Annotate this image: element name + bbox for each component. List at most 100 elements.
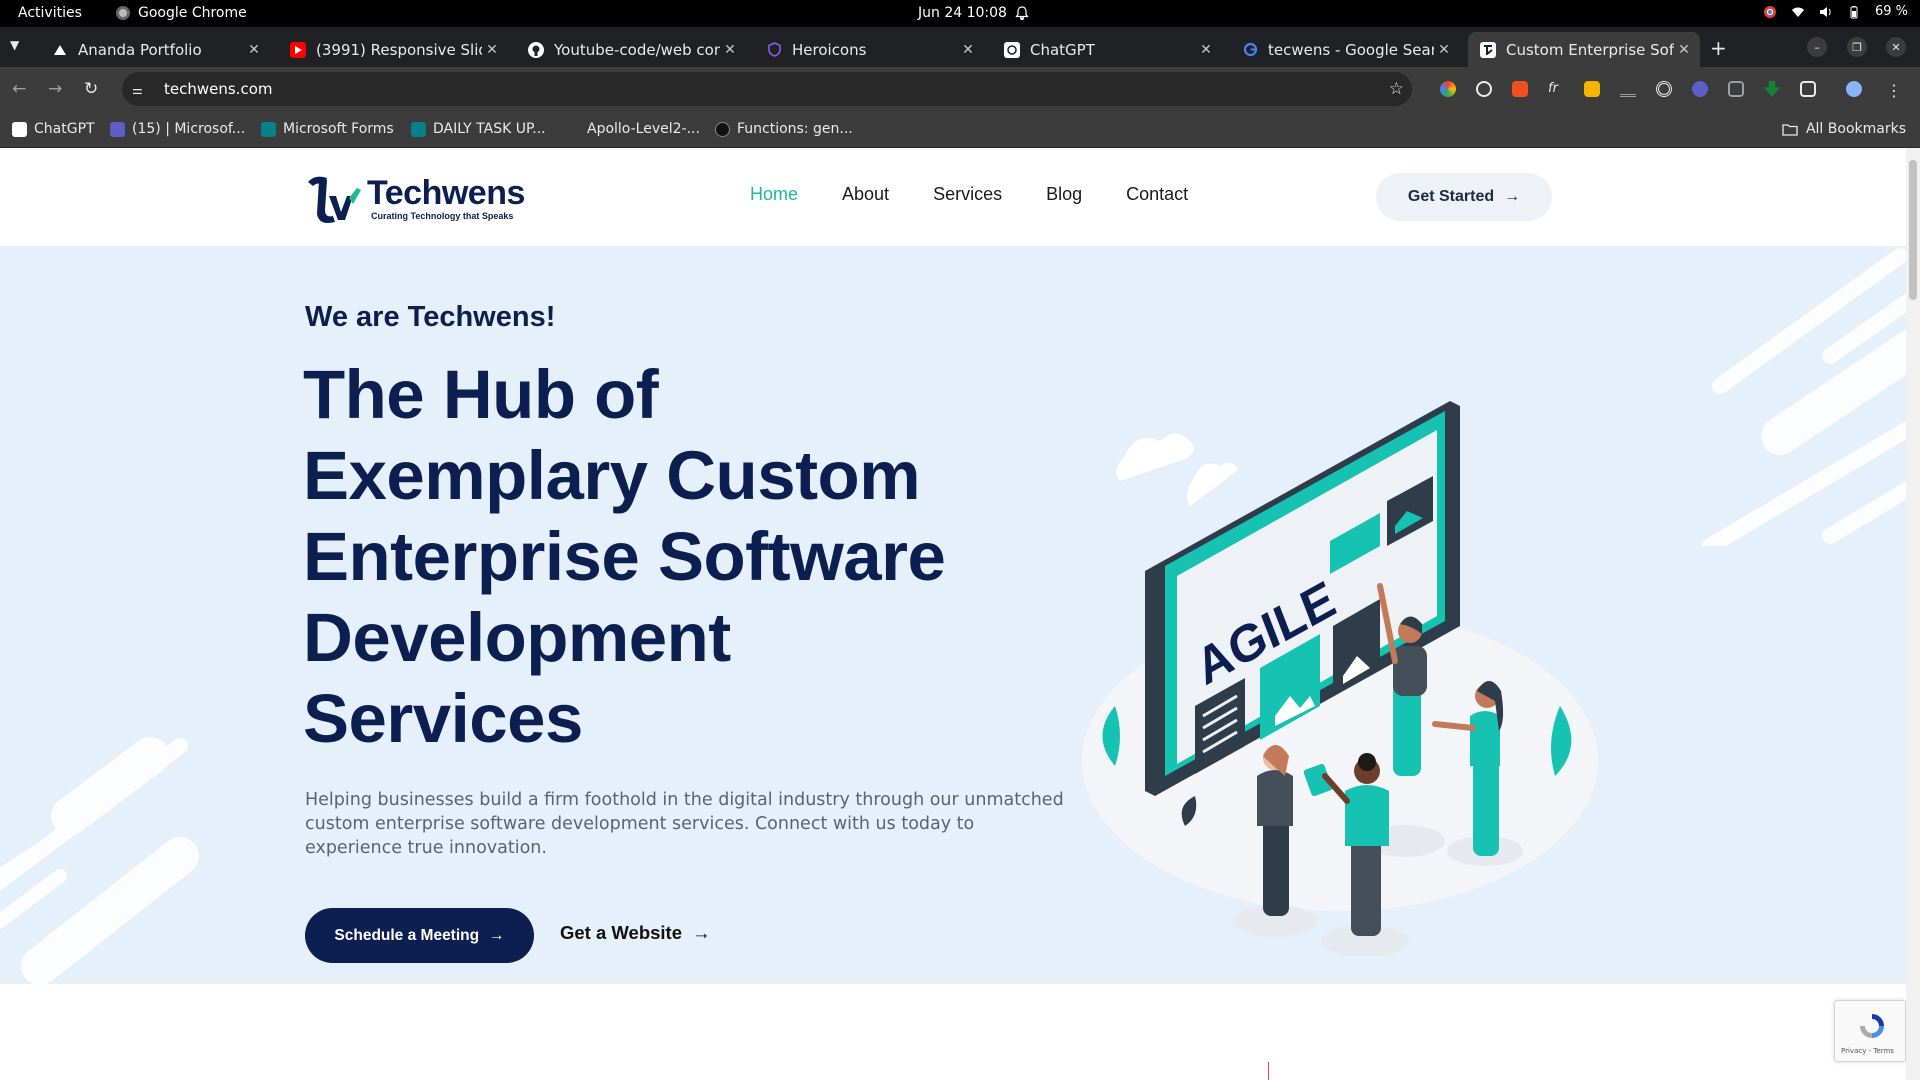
- agile-team-illustration: AGILE: [1082, 401, 1598, 956]
- arrow-right-icon: →: [1504, 188, 1521, 205]
- tab-title: Ananda Portfolio: [78, 40, 202, 59]
- teams-icon: [110, 121, 125, 137]
- all-bookmarks[interactable]: All Bookmarks: [1782, 121, 1906, 137]
- volume-icon: [1819, 6, 1831, 17]
- techwens-logo[interactable]: Techwens Curating Technology that Speaks: [305, 170, 525, 226]
- all-bookmarks-label: All Bookmarks: [1805, 121, 1906, 137]
- download-extension-icon[interactable]: [1764, 81, 1780, 97]
- bookmark-functions[interactable]: Functions: gen...: [715, 121, 853, 137]
- color-picker-extension-icon[interactable]: [1440, 81, 1456, 97]
- get-website-link[interactable]: Get a Website →: [560, 922, 711, 944]
- nav-blog[interactable]: Blog: [1046, 184, 1082, 205]
- bookmark-star-icon[interactable]: ☆: [1389, 79, 1404, 99]
- tab-close-icon[interactable]: ✕: [958, 42, 978, 58]
- tab-google-search[interactable]: tecwens - Google Search ✕: [1230, 32, 1460, 67]
- kebab-menu-icon[interactable]: ⋮: [1886, 81, 1902, 100]
- activities-button[interactable]: Activities: [18, 5, 82, 21]
- page-viewport: Techwens Curating Technology that Speaks…: [0, 148, 1920, 1080]
- nav-home[interactable]: Home: [750, 184, 798, 205]
- app-menu[interactable]: Google Chrome: [116, 5, 247, 21]
- clock-extension-icon[interactable]: [1476, 81, 1492, 97]
- bookmark-apollo[interactable]: Apollo-Level2-...: [565, 121, 700, 137]
- bookmark-daily-task[interactable]: DAILY TASK UP...: [411, 121, 546, 137]
- tab-close-icon[interactable]: ✕: [244, 42, 264, 58]
- tab-search-chevron-icon[interactable]: ▼: [10, 38, 19, 52]
- forms-icon: [411, 121, 426, 137]
- new-tab-plus-icon[interactable]: +: [1710, 36, 1727, 60]
- decorative-streaks-right: [1702, 248, 1906, 546]
- blue-extension-icon[interactable]: [1692, 81, 1708, 97]
- clock[interactable]: Jun 24 10:08: [918, 5, 1029, 21]
- get-website-label: Get a Website: [560, 922, 683, 943]
- restore-icon[interactable]: ❐: [1847, 37, 1867, 57]
- tab-title: Heroicons: [792, 40, 867, 59]
- tab-close-icon[interactable]: ✕: [720, 42, 740, 58]
- close-window-icon[interactable]: ✕: [1886, 37, 1906, 57]
- headline-line: Services: [303, 680, 583, 757]
- honey-extension-icon[interactable]: [1584, 81, 1600, 97]
- clock-text: Jun 24 10:08: [918, 5, 1007, 21]
- recaptcha-privacy-terms[interactable]: Privacy - Terms: [1841, 1047, 1894, 1055]
- github-icon: [528, 41, 544, 58]
- system-status-area[interactable]: 69 %: [1763, 4, 1908, 19]
- tab-custom-enterprise-active[interactable]: Custom Enterprise Softw ✕: [1468, 32, 1700, 67]
- bookmark-label: ChatGPT: [34, 121, 95, 137]
- tab-close-icon[interactable]: ✕: [1674, 42, 1694, 58]
- decorative-streaks-left: [0, 737, 199, 984]
- target-extension-icon[interactable]: [1656, 81, 1672, 97]
- blank-page-icon: [565, 121, 580, 137]
- bell-icon: [1015, 6, 1029, 20]
- forward-arrow-icon[interactable]: →: [48, 79, 62, 99]
- site-info-tune-icon[interactable]: ⚌: [132, 83, 148, 97]
- system-top-bar: Activities Google Chrome Jun 24 10:08 69…: [0, 0, 1920, 27]
- tab-heroicons[interactable]: Heroicons ✕: [754, 32, 984, 67]
- address-bar[interactable]: ⚌ ☆: [122, 72, 1412, 106]
- triangle-icon: [52, 42, 68, 58]
- hero-lead-text: Helping businesses build a firm foothold…: [305, 790, 1064, 858]
- reload-icon[interactable]: ↻: [84, 79, 98, 99]
- profile-avatar[interactable]: [1846, 81, 1862, 97]
- arrow-right-icon: →: [489, 926, 505, 944]
- percent-extension-icon[interactable]: [1512, 81, 1528, 97]
- wappalyzer-extension-icon[interactable]: [1620, 81, 1636, 97]
- nav-contact[interactable]: Contact: [1126, 184, 1188, 205]
- bookmark-label: Functions: gen...: [737, 121, 853, 137]
- minimize-icon[interactable]: –: [1807, 37, 1827, 57]
- nav-services[interactable]: Services: [933, 184, 1002, 205]
- main-nav: Home About Services Blog Contact: [750, 184, 1188, 205]
- tab-title: (3991) Responsive Slider: [316, 40, 482, 59]
- headline-line: Exemplary Custom: [303, 437, 921, 514]
- bookmark-chatgpt[interactable]: ChatGPT: [12, 121, 95, 137]
- recaptcha-badge[interactable]: Privacy - Terms: [1834, 1000, 1906, 1062]
- headline-line: Enterprise Software: [303, 518, 946, 595]
- tab-youtube-code[interactable]: Youtube-code/web comp ✕: [516, 32, 746, 67]
- scrollbar-thumb[interactable]: [1909, 160, 1917, 300]
- tab-close-icon[interactable]: ✕: [1196, 42, 1216, 58]
- tab-chatgpt[interactable]: ChatGPT ✕: [992, 32, 1222, 67]
- bookmark-microsoft-teams[interactable]: (15) | Microsof...: [110, 121, 245, 137]
- back-arrow-icon[interactable]: ←: [12, 79, 26, 99]
- logo-tagline: Curating Technology that Speaks: [371, 211, 514, 221]
- url-input[interactable]: [164, 80, 1264, 98]
- google-icon: [1242, 42, 1258, 58]
- tab-ananda-portfolio[interactable]: Ananda Portfolio ✕: [40, 32, 270, 67]
- puzzle-extensions-icon[interactable]: [1800, 81, 1816, 97]
- forms-icon: [261, 121, 276, 137]
- tab-title: tecwens - Google Search: [1268, 40, 1434, 59]
- bookmark-label: Microsoft Forms: [283, 121, 394, 137]
- schedule-meeting-button[interactable]: Schedule a Meeting →: [305, 908, 534, 963]
- get-started-button[interactable]: Get Started →: [1376, 173, 1552, 221]
- headline-line: The Hub of: [303, 356, 659, 433]
- bookmark-microsoft-forms[interactable]: Microsoft Forms: [261, 121, 394, 137]
- formula-extension-icon[interactable]: fr: [1548, 81, 1564, 97]
- divider-mark: [1268, 1062, 1269, 1080]
- youtube-icon: [290, 41, 306, 58]
- tab-close-icon[interactable]: ✕: [1434, 42, 1454, 58]
- nav-about[interactable]: About: [842, 184, 889, 205]
- tab-close-icon[interactable]: ✕: [482, 42, 502, 58]
- battery-icon: [1850, 5, 1858, 18]
- tab-responsive-slider[interactable]: (3991) Responsive Slider ✕: [278, 32, 508, 67]
- edit-extension-icon[interactable]: [1728, 81, 1744, 97]
- bookmark-label: DAILY TASK UP...: [433, 121, 546, 137]
- page-scrollbar[interactable]: [1906, 148, 1920, 1080]
